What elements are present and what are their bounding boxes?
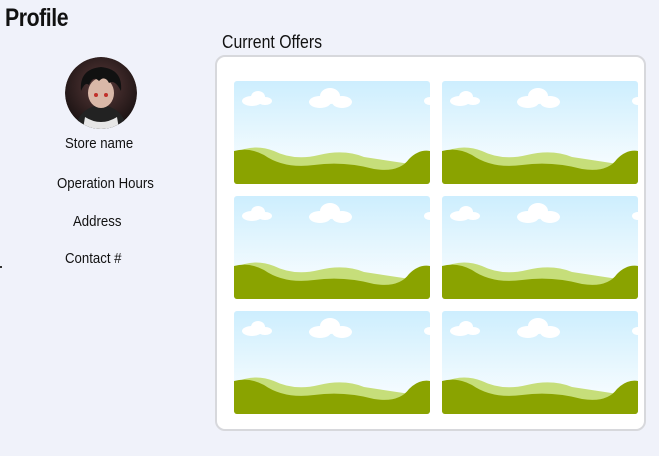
landscape-placeholder-icon xyxy=(442,311,638,414)
landscape-placeholder-icon xyxy=(234,196,430,299)
offer-card[interactable] xyxy=(442,311,638,414)
landscape-placeholder-icon xyxy=(442,81,638,184)
offer-card[interactable] xyxy=(234,311,430,414)
page-title: Profile xyxy=(5,4,69,32)
profile-page: Profile Store name Operation Hours Addre… xyxy=(0,0,659,456)
avatar-image xyxy=(65,57,137,129)
address: Address xyxy=(73,213,122,230)
landscape-placeholder-icon xyxy=(442,196,638,299)
offer-card[interactable] xyxy=(442,81,638,184)
operation-hours: Operation Hours xyxy=(57,175,154,192)
stray-mark xyxy=(0,266,2,268)
avatar[interactable] xyxy=(65,57,137,129)
store-name: Store name xyxy=(65,135,134,152)
landscape-placeholder-icon xyxy=(234,311,430,414)
offers-panel xyxy=(215,55,646,431)
offers-label: Current Offers xyxy=(222,32,323,52)
landscape-placeholder-icon xyxy=(234,81,430,184)
contact-number: Contact # xyxy=(65,250,122,267)
offer-card[interactable] xyxy=(442,196,638,299)
offer-card[interactable] xyxy=(234,81,430,184)
offer-card[interactable] xyxy=(234,196,430,299)
